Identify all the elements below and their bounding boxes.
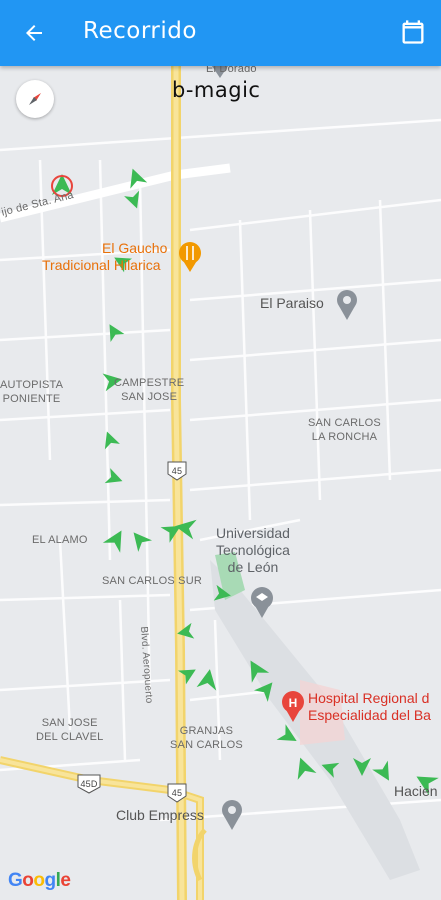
google-attribution: Google (8, 870, 71, 891)
label-autopista-line1: AUTOPISTA (0, 379, 64, 391)
label-san-jose-clavel-line1: SAN JOSE (41, 717, 98, 729)
shield-45-bottom-label: 45 (171, 788, 183, 798)
shield-45-top-label: 45 (171, 466, 183, 476)
compass-button[interactable] (16, 80, 54, 118)
label-san-carlos-sur: SAN CARLOS SUR (102, 575, 202, 587)
label-universidad-line2: Tecnológica (216, 542, 290, 558)
label-san-carlos-roncha: SAN CARLOS LA RONCHA (308, 416, 381, 444)
compass-icon (29, 93, 41, 105)
label-campestre-line1: CAMPESTRE (114, 377, 185, 389)
label-hospital-line2: Especialidad del Ba (308, 707, 431, 723)
label-el-gaucho[interactable]: El Gaucho Tradicional Hilarica (42, 240, 168, 274)
label-el-dorado: El Dorado (206, 66, 257, 75)
label-san-jose-clavel: SAN JOSE DEL CLAVEL (36, 716, 103, 744)
label-universidad-line1: Universidad (216, 525, 290, 541)
calendar-button[interactable] (399, 18, 427, 46)
label-hospital[interactable]: Hospital Regional d Especialidad del Ba (308, 690, 431, 724)
label-campestre-line2: SAN JOSE (121, 391, 178, 403)
label-granjas-line2: SAN CARLOS (170, 739, 243, 751)
label-san-jose-clavel-line2: DEL CLAVEL (36, 731, 104, 743)
label-club-empress[interactable]: Club Empress (116, 808, 204, 822)
label-universidad[interactable]: Universidad Tecnológica de León (216, 525, 290, 576)
page-title: Recorrido (83, 18, 197, 44)
label-san-carlos-roncha-line1: SAN CARLOS (308, 417, 381, 429)
label-hacienda: Hacien (394, 783, 438, 799)
label-granjas: GRANJAS SAN CARLOS (170, 724, 243, 752)
back-button[interactable] (18, 17, 50, 49)
label-el-paraiso[interactable]: El Paraiso (260, 296, 324, 310)
label-el-gaucho-line2: Tradicional Hilarica (42, 257, 161, 273)
label-autopista: AUTOPISTA PONIENTE (0, 378, 63, 406)
shield-450-label: 45D (80, 779, 98, 789)
label-campestre: CAMPESTRE SAN JOSE (114, 376, 184, 404)
label-san-carlos-roncha-line2: LA RONCHA (311, 431, 378, 443)
label-el-alamo: EL ALAMO (32, 534, 88, 546)
calendar-icon (402, 20, 424, 44)
map-view[interactable]: H El Dorado ijo de Sta. Ana El Gaucho Tr… (0, 66, 441, 900)
svg-text:H: H (289, 696, 298, 710)
arrow-back-icon (26, 25, 42, 41)
label-granjas-line1: GRANJAS (179, 725, 234, 737)
app-bar: Recorrido (0, 0, 441, 66)
label-hospital-line1: Hospital Regional d (308, 690, 430, 706)
label-el-gaucho-line1: El Gaucho (102, 240, 168, 256)
label-autopista-line2: PONIENTE (2, 393, 61, 405)
label-universidad-line3: de León (227, 559, 279, 575)
brand-logo: b-magic (172, 78, 261, 102)
